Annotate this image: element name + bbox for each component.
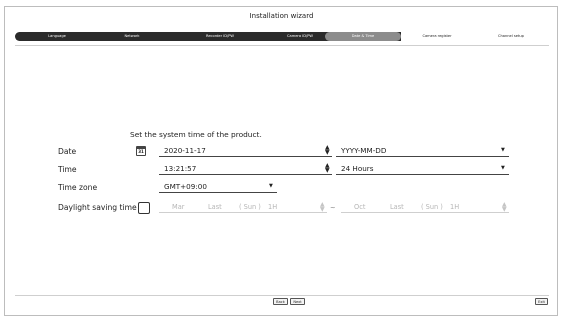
time-label: Time — [58, 165, 77, 174]
dst-checkbox[interactable] — [138, 202, 150, 214]
step-language: Language — [48, 34, 66, 38]
dst-start-spinner-icon[interactable]: ▲ ▼ — [320, 202, 325, 213]
dst-start-week: Last — [208, 203, 222, 211]
step-recorder-id-pw: Recorder ID/PW — [205, 34, 234, 38]
dst-start-month: Mar — [172, 203, 185, 211]
date-input[interactable]: 2020-11-17 — [159, 146, 332, 157]
timezone-label: Time zone — [58, 183, 98, 192]
window-title: Installation wizard — [249, 12, 314, 20]
step-network: Network — [124, 34, 140, 38]
dst-start-day: ( Sun ) — [239, 203, 261, 211]
dst-label: Daylight saving time — [58, 203, 137, 212]
next-button[interactable]: Next — [290, 298, 305, 305]
timezone-select[interactable]: GMT+09:00 — [159, 182, 277, 193]
back-button[interactable]: Back — [273, 298, 288, 305]
date-label: Date — [58, 147, 77, 156]
dst-start-hour: 1H — [268, 203, 278, 211]
wizard-step-bar-remaining: Camera register Channel setup — [401, 32, 549, 41]
dst-end-day: ( Sun ) — [421, 203, 443, 211]
time-spinner-icon[interactable]: ▲ ▼ — [325, 163, 330, 174]
dst-end-hour: 1H — [450, 203, 460, 211]
calendar-icon[interactable]: 31 — [136, 146, 146, 156]
date-spinner-icon[interactable]: ▲ ▼ — [325, 145, 330, 156]
step-camera-id-pw: Camera ID/PW — [286, 34, 313, 38]
time-format-select[interactable]: 24 Hours — [336, 164, 509, 175]
time-input[interactable]: 13:21:57 — [159, 164, 332, 175]
intro-text: Set the system time of the product. — [130, 130, 262, 139]
dst-end-week: Last — [390, 203, 404, 211]
date-format-caret-icon[interactable]: ▼ — [501, 147, 505, 153]
step-camera-register: Camera register — [422, 34, 452, 38]
dst-end-month: Oct — [354, 203, 366, 211]
date-format-select[interactable]: YYYY-MM-DD — [336, 146, 509, 157]
dst-end-spinner-icon[interactable]: ▲ ▼ — [502, 202, 507, 213]
step-date-time: Date & Time — [325, 32, 401, 41]
step-channel-setup: Channel setup — [498, 34, 524, 38]
wizard-window — [4, 6, 558, 316]
time-format-caret-icon[interactable]: ▼ — [501, 165, 505, 171]
exit-button[interactable]: Exit — [535, 298, 548, 305]
footer-divider — [15, 295, 549, 296]
dst-range-separator: ~ — [330, 204, 336, 212]
timezone-caret-icon[interactable]: ▼ — [269, 183, 273, 189]
header-divider — [15, 45, 549, 46]
